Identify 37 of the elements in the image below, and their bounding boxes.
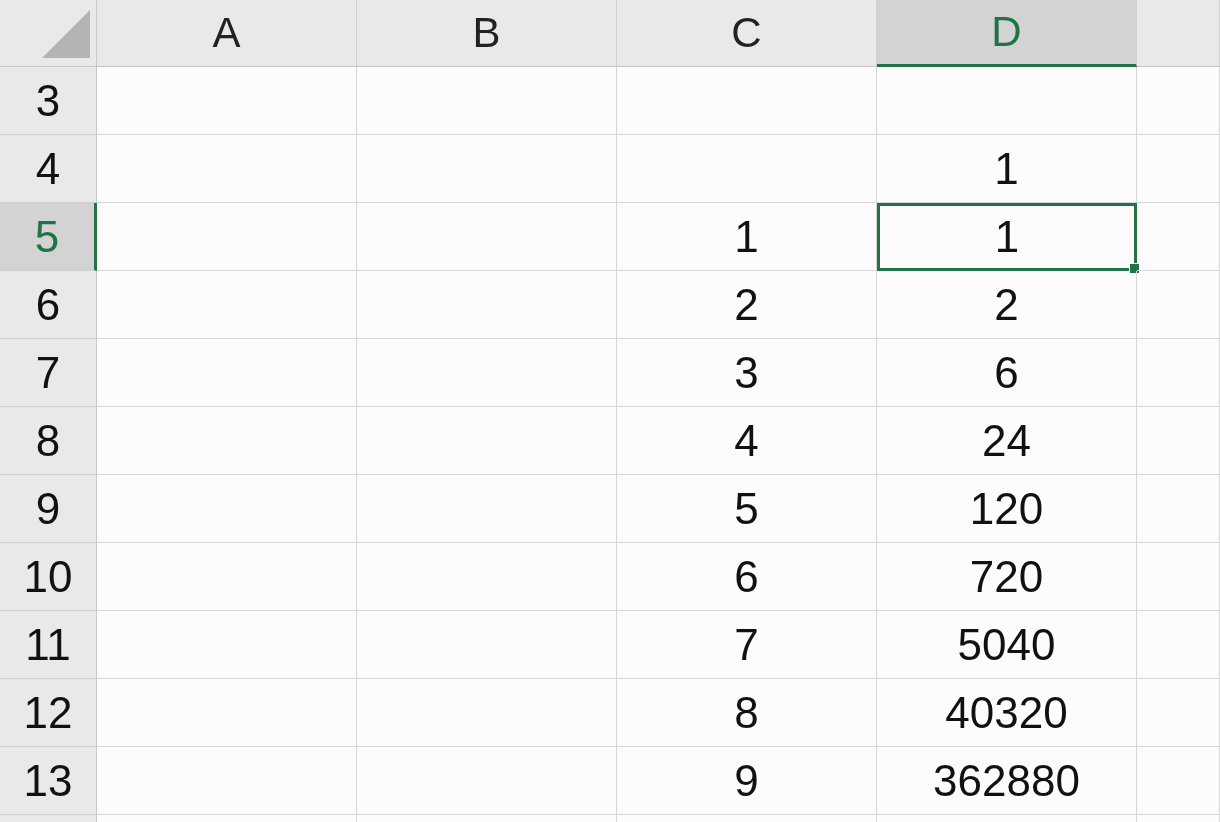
table-cell: 7: [617, 611, 877, 679]
table-cell: 2: [617, 271, 877, 339]
column-header[interactable]: D: [877, 0, 1137, 67]
table-cell: 5040: [877, 611, 1137, 679]
column-header[interactable]: B: [357, 0, 617, 67]
table-cell: 8: [617, 679, 877, 747]
table-cell: 120: [877, 475, 1137, 543]
row-header[interactable]: 9: [0, 475, 97, 543]
table-cell: 1: [877, 135, 1137, 203]
table-cell: 4: [617, 407, 877, 475]
table-cell: 24: [877, 407, 1137, 475]
table-cell: 362880: [877, 747, 1137, 815]
table-cell: 6: [877, 339, 1137, 407]
column-header[interactable]: C: [617, 0, 877, 67]
row-header[interactable]: 7: [0, 339, 97, 407]
row-header[interactable]: 4: [0, 135, 97, 203]
row-header[interactable]: 6: [0, 271, 97, 339]
row-header[interactable]: 8: [0, 407, 97, 475]
column-header[interactable]: A: [97, 0, 357, 67]
table-cell: 1: [617, 203, 877, 271]
table-cell: 3: [617, 339, 877, 407]
row-header[interactable]: 13: [0, 747, 97, 815]
table-cell: 720: [877, 543, 1137, 611]
row-header[interactable]: 11: [0, 611, 97, 679]
row-header[interactable]: 12: [0, 679, 97, 747]
column-header[interactable]: [1137, 0, 1220, 67]
table-cell: 40320: [877, 679, 1137, 747]
table-cell: 6: [617, 543, 877, 611]
select-all-icon[interactable]: [42, 10, 90, 58]
row-header[interactable]: 5: [0, 203, 97, 271]
fill-handle[interactable]: [1129, 263, 1140, 274]
table-cell: 2: [877, 271, 1137, 339]
table-cell: 1: [877, 203, 1137, 271]
table-cell: 5: [617, 475, 877, 543]
row-header[interactable]: 3: [0, 67, 97, 135]
table-cell: 9: [617, 747, 877, 815]
row-header[interactable]: 10: [0, 543, 97, 611]
